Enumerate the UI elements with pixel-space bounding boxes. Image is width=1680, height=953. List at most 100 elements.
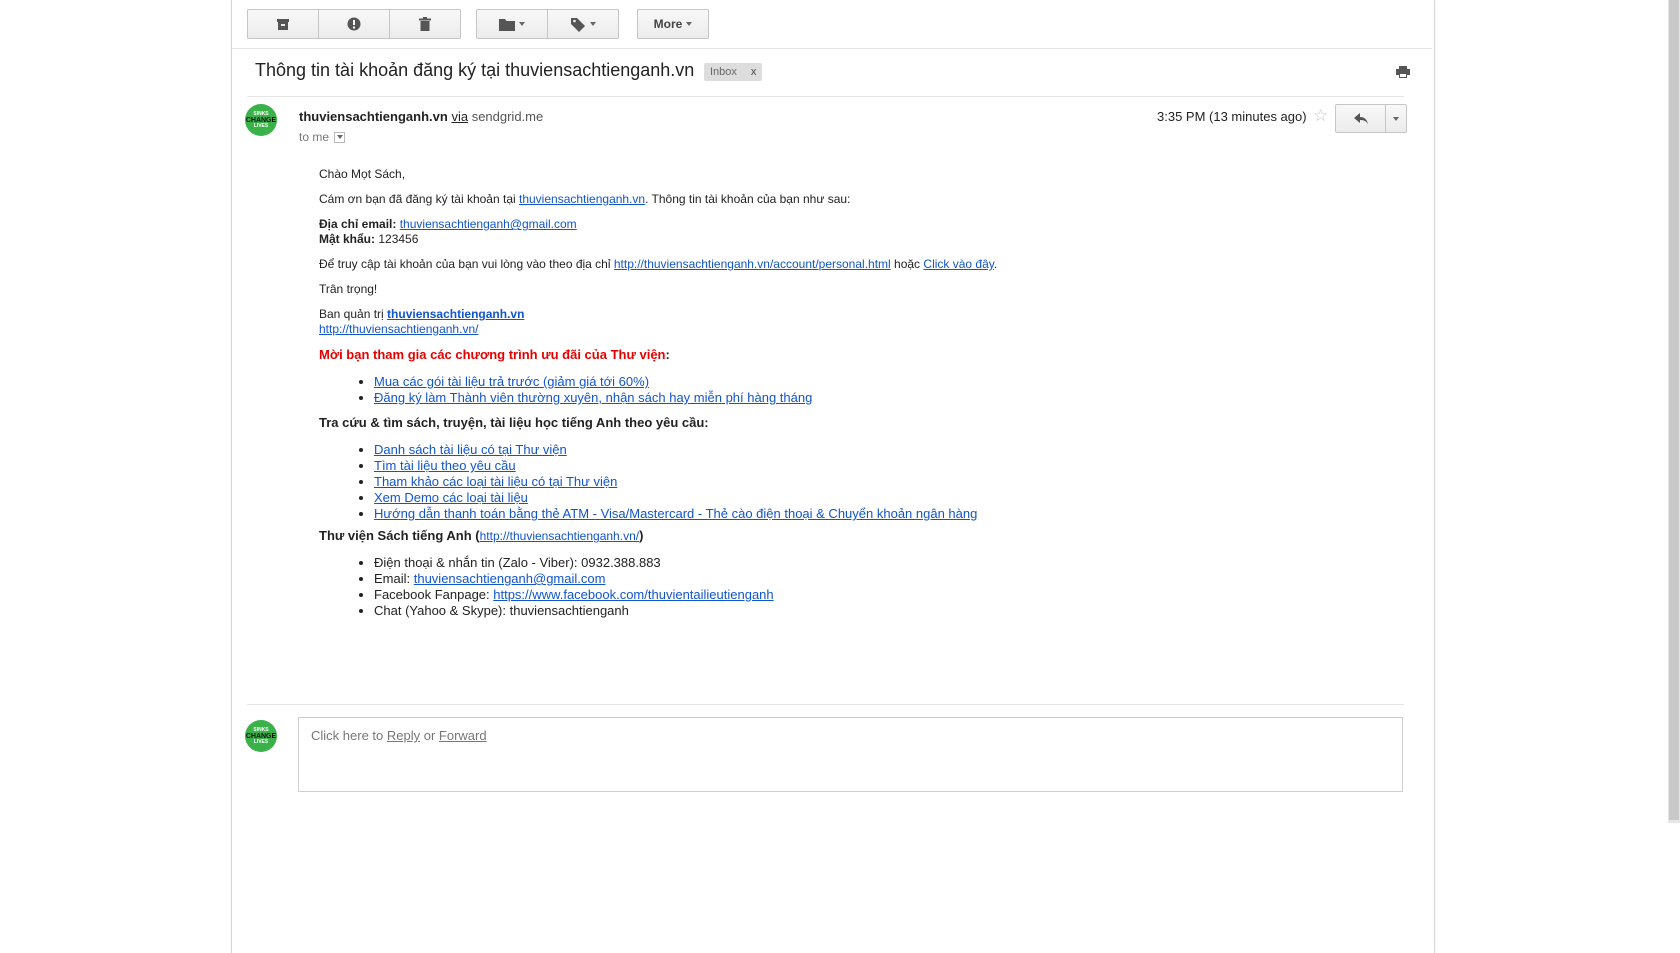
divider [247, 96, 1404, 97]
more-label: More [653, 17, 683, 31]
via-link[interactable]: via [451, 109, 468, 124]
reply-link[interactable]: Reply [387, 728, 420, 743]
promo-link[interactable]: Mua các gói tài liệu trả trước (giảm giá… [374, 374, 649, 389]
promo-heading-text: Mời bạn tham gia các chương trình ưu đãi… [319, 347, 666, 362]
report-spam-button[interactable] [319, 10, 390, 38]
text: : [665, 347, 670, 362]
site-url-link[interactable]: http://thuviensachtienganh.vn/ [319, 322, 478, 336]
admin-line: Ban quản trị thuviensachtienganh.vn [319, 307, 524, 322]
more-actions-button[interactable] [1386, 105, 1406, 132]
text: Ban quản trị [319, 307, 388, 321]
greeting: Chào Mọt Sách, [319, 167, 406, 181]
move-to-button[interactable] [477, 10, 548, 38]
list-item: Mua các gói tài liệu trả trước (giảm giá… [374, 374, 812, 390]
account-link[interactable]: http://thuviensachtienganh.vn/account/pe… [614, 257, 891, 271]
sender-name[interactable]: thuviensachtienganh.vn [299, 109, 448, 124]
search-link[interactable]: Tìm tài liệu theo yêu cầu [374, 458, 516, 473]
reply-box[interactable]: Click here to Reply or Forward [298, 717, 1403, 792]
sender-line: thuviensachtienganh.vn via sendgrid.me [299, 109, 543, 124]
text: Cám ơn bạn đã đăng ký tài khoản tại [319, 192, 519, 206]
thread-subject: Thông tin tài khoản đăng ký tại thuviens… [255, 60, 695, 80]
my-avatar: SINKS CHANGE LIVES [245, 720, 277, 752]
text: . [993, 257, 998, 271]
text: or [420, 728, 439, 743]
reply-button-group [1335, 104, 1407, 133]
contact-list: Điện thoại & nhắn tin (Zalo - Viber): 09… [319, 555, 774, 619]
email-link[interactable]: thuviensachtienganh@gmail.com [400, 217, 577, 231]
label-icon [570, 17, 585, 32]
click-here-link[interactable]: Click vào đây [923, 257, 993, 271]
contact-email-link[interactable]: thuviensachtienganh@gmail.com [414, 571, 606, 586]
reply-icon [1353, 113, 1368, 124]
reply-prompt: Click here to Reply or Forward [311, 728, 487, 743]
star-icon: ☆ [1313, 106, 1329, 125]
text: Facebook Fanpage: [374, 587, 494, 602]
chevron-down-icon [336, 135, 343, 139]
show-details-button[interactable] [334, 131, 346, 143]
search-list: Danh sách tài liệu có tại Thư viện Tìm t… [319, 442, 977, 522]
list-item: Email: thuviensachtienganh@gmail.com [374, 571, 774, 587]
text: hoặc [890, 257, 924, 271]
archive-icon [277, 18, 289, 30]
avatar-text: LIVES [253, 738, 269, 745]
more-button[interactable]: More [637, 9, 709, 39]
label-text: Inbox [710, 66, 737, 78]
list-item: Xem Demo các loại tài liệu [374, 490, 977, 506]
library-heading: Thư viện Sách tiếng Anh (http://thuviens… [319, 528, 643, 544]
print-icon [1396, 66, 1410, 78]
text: ) [639, 528, 644, 543]
action-button-group [247, 9, 461, 39]
site-url-line: http://thuviensachtienganh.vn/ [319, 322, 478, 337]
forward-link[interactable]: Forward [439, 728, 487, 743]
report-spam-icon [347, 17, 361, 31]
search-link[interactable]: Xem Demo các loại tài liệu [374, 490, 528, 505]
promo-link[interactable]: Đăng ký làm Thành viên thường xuyên, nhậ… [374, 390, 812, 405]
chevron-down-icon [519, 22, 525, 26]
text: Email: [374, 571, 414, 586]
contact-chat: Chat (Yahoo & Skype): thuviensachtiengan… [374, 603, 629, 618]
library-link[interactable]: http://thuviensachtienganh.vn/ [480, 529, 639, 543]
recipients-text: to me [299, 130, 330, 144]
organize-button-group [476, 9, 619, 39]
via-domain: sendgrid.me [471, 109, 544, 124]
admin-link[interactable]: thuviensachtienganh.vn [387, 307, 524, 321]
list-item: Điện thoại & nhắn tin (Zalo - Viber): 09… [374, 555, 774, 571]
sender-avatar[interactable]: SINKS CHANGE LIVES [245, 104, 277, 136]
search-link[interactable]: Danh sách tài liệu có tại Thư viện [374, 442, 567, 457]
trash-icon [419, 17, 431, 31]
scrollbar-thumb[interactable] [1669, 0, 1679, 820]
thanks-paragraph: Cám ơn bạn đã đăng ký tài khoản tại thuv… [319, 192, 850, 207]
inbox-label-chip[interactable]: Inbox x [704, 63, 763, 81]
remove-label-button[interactable]: x [751, 66, 757, 78]
divider [232, 48, 1432, 49]
divider [247, 704, 1404, 705]
list-item: Hướng dẫn thanh toán bằng thẻ ATM - Visa… [374, 506, 977, 522]
email-line: Địa chỉ email: thuviensachtienganh@gmail… [319, 217, 577, 232]
star-button[interactable]: ☆ [1313, 106, 1328, 126]
contact-phone: Điện thoại & nhắn tin (Zalo - Viber): 09… [374, 555, 661, 570]
reply-button[interactable] [1336, 105, 1386, 132]
site-link[interactable]: thuviensachtienganh.vn [519, 192, 645, 206]
password-label: Mật khẩu: [319, 232, 376, 246]
labels-button[interactable] [548, 10, 618, 38]
archive-button[interactable] [248, 10, 319, 38]
text: Để truy cập tài khoản của bạn vui lòng v… [319, 257, 614, 271]
list-item: Đăng ký làm Thành viên thường xuyên, nhậ… [374, 390, 812, 406]
password-value: 123456 [375, 232, 419, 246]
delete-button[interactable] [390, 10, 460, 38]
library-heading-text: Thư viện Sách tiếng Anh [319, 528, 472, 543]
chevron-down-icon [1393, 116, 1399, 121]
text: Click here to [311, 728, 387, 743]
list-item: Chat (Yahoo & Skype): thuviensachtiengan… [374, 603, 774, 619]
promo-heading: Mời bạn tham gia các chương trình ưu đãi… [319, 347, 670, 363]
search-link[interactable]: Tham khảo các loại tài liệu có tại Thư v… [374, 474, 617, 489]
chevron-down-icon [589, 22, 596, 26]
message-time: 3:35 PM (13 minutes ago) [1157, 109, 1307, 124]
text: ( [471, 528, 480, 543]
print-button[interactable] [1396, 65, 1410, 83]
recipients: to me [299, 130, 346, 144]
search-link[interactable]: Hướng dẫn thanh toán bằng thẻ ATM - Visa… [374, 506, 977, 521]
facebook-link[interactable]: https://www.facebook.com/thuvientailieut… [493, 587, 773, 602]
list-item: Tìm tài liệu theo yêu cầu [374, 458, 977, 474]
chevron-down-icon [686, 22, 693, 26]
